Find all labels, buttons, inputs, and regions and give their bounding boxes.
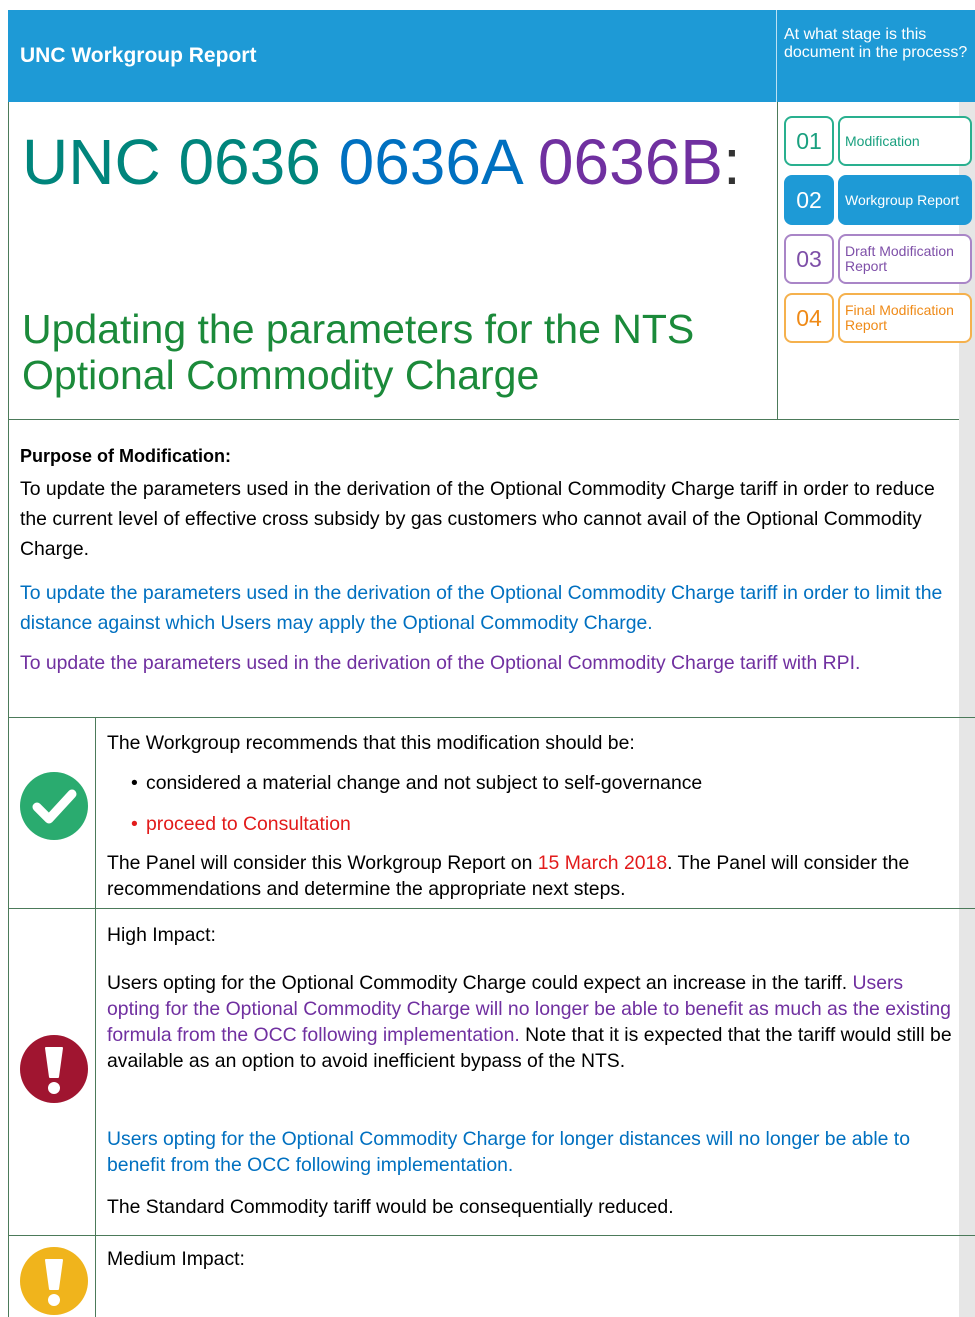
high-impact-text-0636: Users opting for the Optional Commodity … <box>107 972 848 994</box>
stage-label: Workgroup Report <box>838 175 972 225</box>
exclamation-circle-icon <box>20 1247 88 1315</box>
check-circle-icon <box>20 772 88 840</box>
row-divider <box>95 1236 96 1317</box>
stage-label: Draft Modification Report <box>838 234 972 284</box>
high-impact-text-0636a: Users opting for the Optional Commodity … <box>107 1128 910 1176</box>
stage-number: 04 <box>784 293 834 343</box>
stage-04: 04 Final Modification Report <box>784 293 972 343</box>
purpose-paragraph-0636b: To update the parameters used in the der… <box>20 652 861 674</box>
panel-consideration-text: The Panel will consider this Workgroup R… <box>107 850 959 902</box>
purpose-paragraph-0636a: To update the parameters used in the der… <box>20 582 943 634</box>
stage-question: At what stage is this document in the pr… <box>784 26 968 61</box>
high-impact-heading: High Impact: <box>107 924 216 946</box>
title-colon: : <box>722 126 741 198</box>
title-part-0636a: 0636A <box>338 126 521 198</box>
recommendation-bullet: considered a material change and not sub… <box>131 770 946 796</box>
title-divider <box>777 102 778 420</box>
row-divider <box>95 909 96 1236</box>
high-impact-standard-tariff: The Standard Commodity tariff would be c… <box>107 1196 674 1218</box>
row-divider <box>95 718 96 909</box>
stage-03: 03 Draft Modification Report <box>784 234 972 284</box>
panel-date: 15 March 2018 <box>537 852 668 874</box>
stage-01: 01 Modification <box>784 116 972 166</box>
high-impact-paragraph: Users opting for the Optional Commodity … <box>107 970 959 1074</box>
modification-subtitle: Updating the parameters for the NTS Opti… <box>22 306 695 398</box>
recommendation-bullet-consultation: proceed to Consultation <box>131 811 946 837</box>
exclamation-circle-icon <box>20 1035 88 1103</box>
purpose-heading: Purpose of Modification: <box>20 446 231 466</box>
title-part-0636: UNC 0636 <box>22 126 321 198</box>
header-divider <box>776 10 777 102</box>
report-type-title: UNC Workgroup Report <box>20 44 257 67</box>
modification-title: UNC 0636 0636A 0636B: <box>22 122 762 202</box>
stage-number: 01 <box>784 116 834 166</box>
title-part-0636b: 0636B <box>537 126 723 198</box>
stage-number: 03 <box>784 234 834 284</box>
stage-label: Modification <box>838 116 972 166</box>
stage-label: Final Modification Report <box>838 293 972 343</box>
recommendation-intro: The Workgroup recommends that this modif… <box>107 732 635 754</box>
stage-number: 02 <box>784 175 834 225</box>
purpose-paragraph-0636: To update the parameters used in the der… <box>20 478 935 560</box>
stage-02-current: 02 Workgroup Report <box>784 175 972 225</box>
medium-impact-heading: Medium Impact: <box>107 1248 245 1270</box>
panel-text-start: The Panel will consider this Workgroup R… <box>107 852 538 874</box>
